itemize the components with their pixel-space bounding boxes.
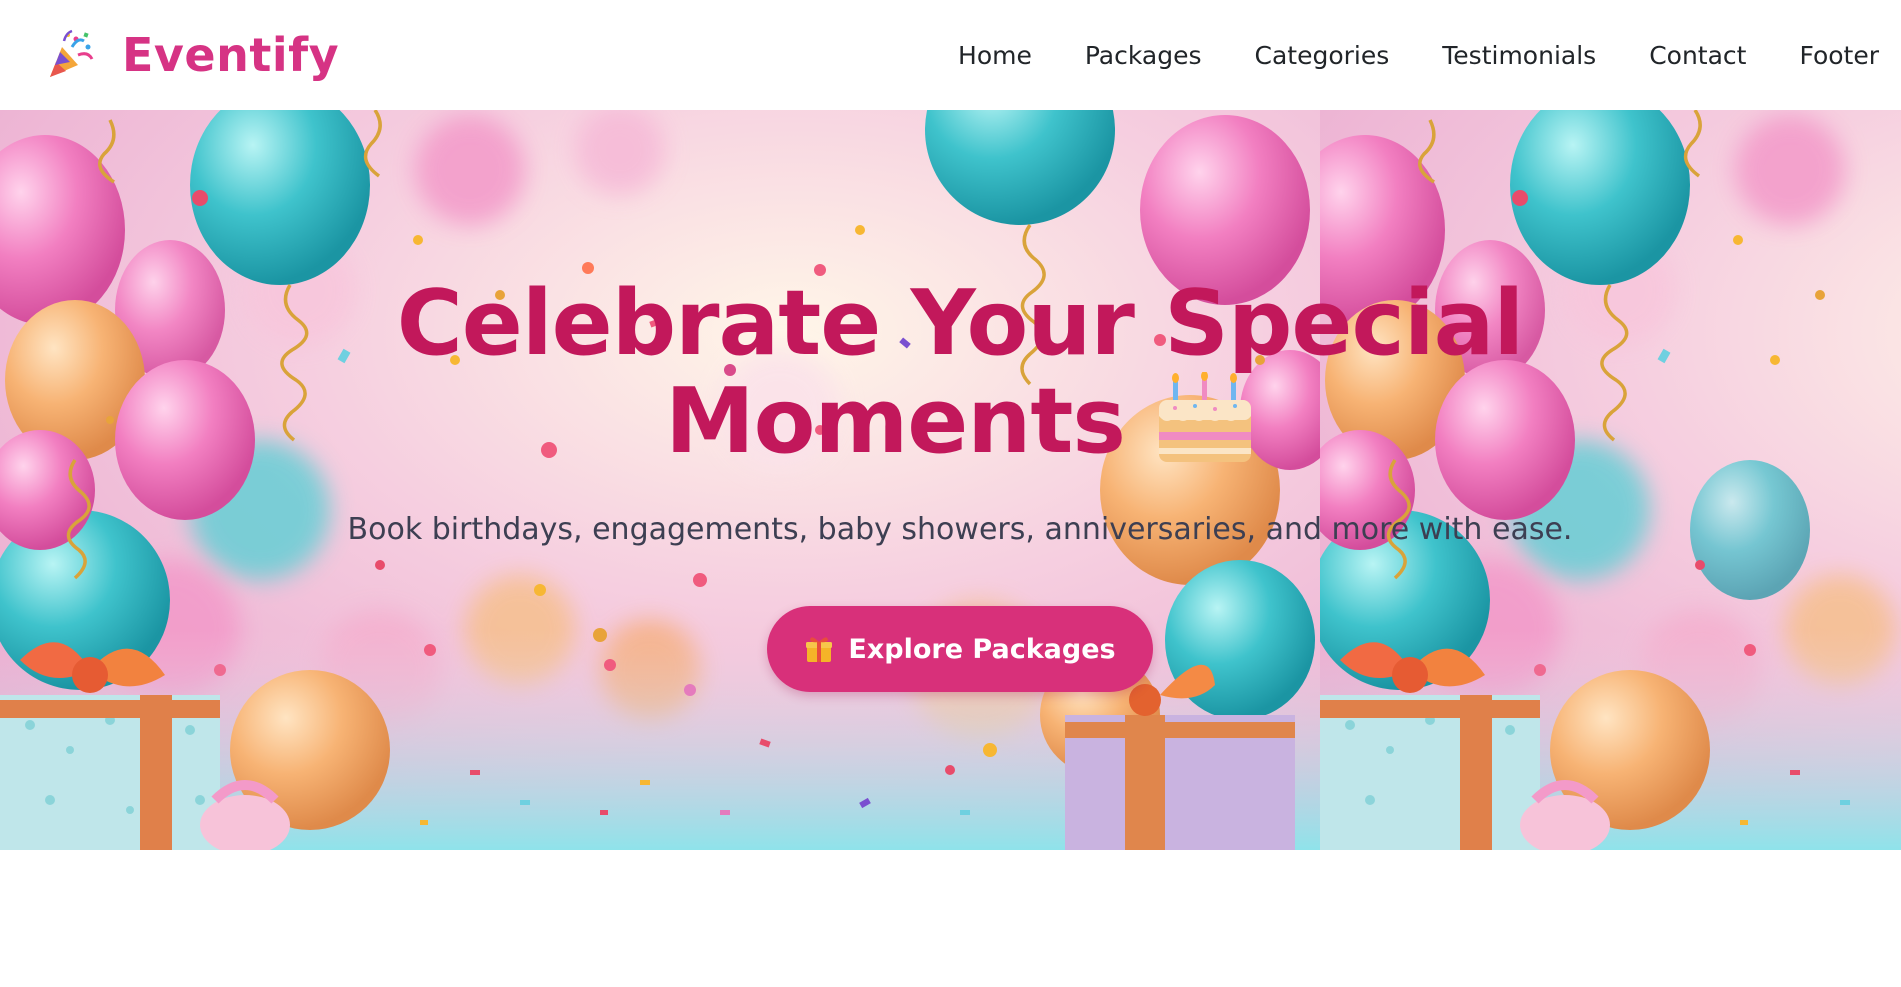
hero-content: Celebrate Your Special Moments Book birt… [0,110,1901,850]
party-popper-icon [50,29,94,77]
explore-packages-label: Explore Packages [848,633,1116,665]
hero-title-text: Celebrate Your Special Moments [396,271,1525,474]
nav-link-testimonials[interactable]: Testimonials [1442,41,1596,70]
site-header: Eventify Home Packages Categories Testim… [0,0,1901,110]
nav-link-categories[interactable]: Categories [1255,41,1390,70]
birthday-cake-icon [1158,372,1251,462]
brand-logo-link[interactable]: Eventify [46,28,339,82]
explore-packages-button[interactable]: Explore Packages [767,606,1153,692]
brand-name: Eventify [122,28,340,82]
hero-title: Celebrate Your Special Moments [360,275,1560,470]
nav-link-home[interactable]: Home [958,41,1032,70]
nav-link-footer[interactable]: Footer [1799,41,1879,70]
hero-section: Celebrate Your Special Moments Book birt… [0,110,1901,850]
main-nav: Home Packages Categories Testimonials Co… [958,41,1879,70]
nav-link-packages[interactable]: Packages [1085,41,1202,70]
gift-icon [806,637,833,662]
nav-link-contact[interactable]: Contact [1649,41,1746,70]
hero-subtitle: Book birthdays, engagements, baby shower… [347,512,1573,547]
